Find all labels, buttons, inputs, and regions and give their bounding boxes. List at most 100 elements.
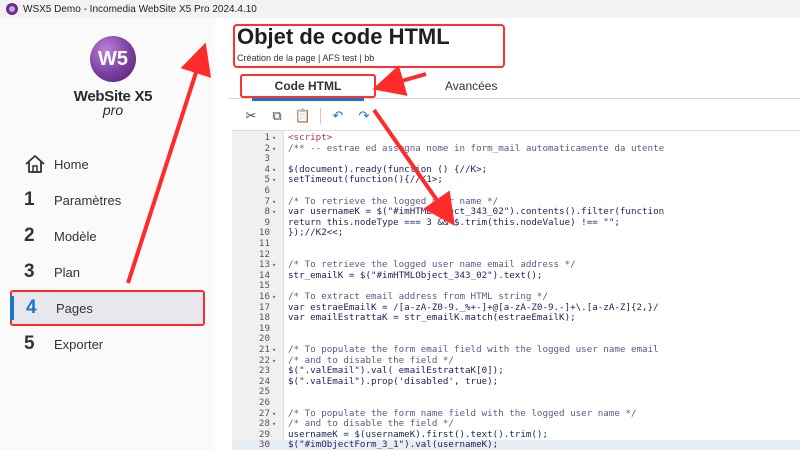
- nav-item-pages[interactable]: 4 Pages: [10, 290, 205, 326]
- nav-label: Exporter: [54, 336, 104, 352]
- code-line[interactable]: 14 str_emailK = $("#imHTMLObject_343_02")…: [232, 270, 800, 282]
- nav-number: 1: [24, 189, 35, 210]
- nav-item-home[interactable]: Home: [10, 146, 205, 182]
- code-text: str_emailK = $("#imHTMLObject_343_02").t…: [288, 270, 543, 281]
- window-title: WSX5 Demo - Incomedia WebSite X5 Pro 202…: [23, 3, 257, 15]
- brand-logo: W5 WebSite X5 pro: [58, 36, 168, 118]
- code-line[interactable]: 11: [232, 238, 800, 250]
- code-text: var usernameK = $("#imHTMLObject_343_02"…: [288, 207, 665, 218]
- code-line[interactable]: 4 ▾ $(document).ready(function () {//K>;: [232, 164, 800, 176]
- nav-label: Plan: [54, 264, 81, 280]
- code-text: setTimeout(function(){//K1>;: [288, 175, 443, 186]
- fold-chevron-icon[interactable]: ▾: [272, 197, 282, 208]
- undo-icon[interactable]: ↶: [329, 107, 347, 125]
- tab-advanced[interactable]: Avancées: [445, 79, 497, 93]
- line-number: 26: [258, 397, 270, 408]
- code-line[interactable]: 13 ▾/* To retrieve the logged user name e…: [232, 260, 800, 271]
- code-line[interactable]: 19: [232, 323, 800, 335]
- code-line[interactable]: 29 usernameK = $(usernameK).first().text(…: [232, 429, 800, 441]
- code-text: <script>: [288, 133, 333, 143]
- nav-label: Pages: [56, 300, 93, 316]
- redo-icon[interactable]: ↷: [355, 107, 373, 125]
- fold-chevron-icon[interactable]: ▾: [272, 207, 282, 218]
- code-line[interactable]: 23 $(".valEmail").val( emailEstrattaK[0])…: [232, 366, 800, 377]
- brand-mark: W5: [90, 36, 136, 82]
- code-text: /* To retrieve the logged user name emai…: [288, 260, 576, 271]
- code-line[interactable]: 26: [232, 397, 800, 409]
- nav-number: 3: [24, 261, 35, 282]
- code-line[interactable]: 17 var estraeEmailK = /[a-zA-Z0-9._%+-]+@…: [232, 302, 800, 314]
- code-line[interactable]: 12: [232, 249, 800, 261]
- tab-bar: Code HTML Avancées: [228, 73, 800, 101]
- editor-toolbar: ✂ ⧉ 📋 ↶ ↷: [232, 104, 800, 128]
- code-text: var emailEstrattaK = str_emailK.match(es…: [288, 313, 576, 324]
- line-number: 16: [258, 291, 270, 302]
- code-line[interactable]: 2 ▾/** -- estrae ed assegna nome in form_…: [232, 143, 800, 155]
- nav-label: Paramètres: [54, 192, 122, 208]
- nav-item-modele[interactable]: 2 Modèle: [10, 218, 205, 254]
- breadcrumb: Création de la page | AFS test | bb: [237, 53, 375, 63]
- line-number: 11: [258, 238, 270, 249]
- fold-chevron-icon[interactable]: ▾: [272, 409, 282, 420]
- nav-number: 5: [24, 333, 35, 354]
- line-number: 21: [258, 344, 270, 355]
- fold-chevron-icon[interactable]: ▾: [272, 165, 282, 176]
- nav-number: 2: [24, 225, 35, 246]
- code-line[interactable]: 28 ▾/* and to disable the field */: [232, 419, 800, 430]
- fold-chevron-icon[interactable]: ▾: [272, 356, 282, 367]
- code-line[interactable]: 16 ▾ /* To extract email address from HTML…: [232, 291, 800, 303]
- code-text: /* To extract email address from HTML st…: [288, 292, 548, 302]
- page-title: Objet de code HTML: [237, 24, 450, 49]
- code-text: $(".valEmail").val( emailEstrattaK[0]);: [288, 366, 504, 377]
- code-editor[interactable]: 1 ▾ <script> 2 ▾/** -- estrae ed assegna nom…: [232, 130, 800, 450]
- nav-item-plan[interactable]: 3 Plan: [10, 254, 205, 290]
- home-icon: [25, 155, 45, 173]
- nav-item-exporter[interactable]: 5 Exporter: [10, 326, 205, 362]
- code-line[interactable]: 9 return this.nodeType === 3 && $.trim(th…: [232, 217, 800, 229]
- nav-number: 4: [26, 297, 37, 318]
- code-line[interactable]: 22 ▾/* and to disable the field */: [232, 355, 800, 367]
- line-number: 1: [264, 132, 270, 143]
- line-number: 6: [264, 185, 270, 196]
- code-line[interactable]: 3: [232, 154, 800, 165]
- fold-chevron-icon[interactable]: ▾: [272, 133, 282, 144]
- main-nav: Home 1 Paramètres 2 Modèle 3 Plan 4 Page…: [10, 146, 205, 362]
- code-line[interactable]: 6: [232, 185, 800, 197]
- cut-icon[interactable]: ✂: [242, 107, 260, 125]
- copy-icon[interactable]: ⧉: [268, 107, 286, 125]
- fold-chevron-icon[interactable]: ▾: [272, 292, 282, 303]
- code-text: usernameK = $(usernameK).first().text().…: [288, 429, 548, 440]
- code-line[interactable]: 10});//K2<<;: [232, 228, 800, 239]
- code-text: $(document).ready(function () {//K>;: [288, 164, 488, 175]
- code-text: });//K2<<;: [288, 228, 344, 239]
- code-line[interactable]: 30 $("#imObjectForm_3_1").val(usernameK);: [232, 440, 800, 450]
- code-line[interactable]: 15: [232, 281, 800, 292]
- tab-code-html[interactable]: Code HTML: [240, 74, 376, 101]
- code-line[interactable]: 7 ▾/* To retrieve the logged user name */: [232, 196, 800, 208]
- toolbar-divider: [320, 108, 321, 124]
- code-line[interactable]: 5 ▾ setTimeout(function(){//K1>;: [232, 175, 800, 186]
- code-text: /* To populate the form email field with…: [288, 345, 659, 355]
- code-line[interactable]: 18 var emailEstrattaK = str_emailK.match(…: [232, 313, 800, 324]
- code-text: /* To retrieve the logged user name */: [288, 196, 499, 207]
- fold-chevron-icon[interactable]: ▾: [272, 175, 282, 186]
- app-icon: [6, 3, 18, 15]
- code-line[interactable]: 20: [232, 334, 800, 345]
- app-window: WSX5 Demo - Incomedia WebSite X5 Pro 202…: [0, 0, 800, 450]
- code-text: var estraeEmailK = /[a-zA-Z0-9._%+-]+@[a…: [288, 302, 659, 313]
- fold-chevron-icon[interactable]: ▾: [272, 345, 282, 356]
- fold-chevron-icon[interactable]: ▾: [272, 144, 282, 155]
- code-line[interactable]: 27 ▾/* To populate the form name field wi…: [232, 408, 800, 420]
- code-line[interactable]: 24 $(".valEmail").prop('disabled', true);: [232, 376, 800, 388]
- code-line[interactable]: 21 ▾ /* To populate the form email field w…: [232, 344, 800, 356]
- code-line[interactable]: 1 ▾ <script>: [232, 132, 800, 144]
- fold-chevron-icon[interactable]: ▾: [272, 419, 282, 430]
- nav-item-parametres[interactable]: 1 Paramètres: [10, 182, 205, 218]
- fold-chevron-icon[interactable]: ▾: [272, 260, 282, 271]
- code-line[interactable]: 8 ▾ var usernameK = $("#imHTMLObject_343_0…: [232, 207, 800, 218]
- code-line[interactable]: 25: [232, 387, 800, 398]
- paste-icon[interactable]: 📋: [294, 107, 312, 125]
- code-text: /* and to disable the field */: [288, 355, 454, 366]
- nav-label: Modèle: [54, 228, 97, 244]
- line-number: 30: [258, 439, 270, 450]
